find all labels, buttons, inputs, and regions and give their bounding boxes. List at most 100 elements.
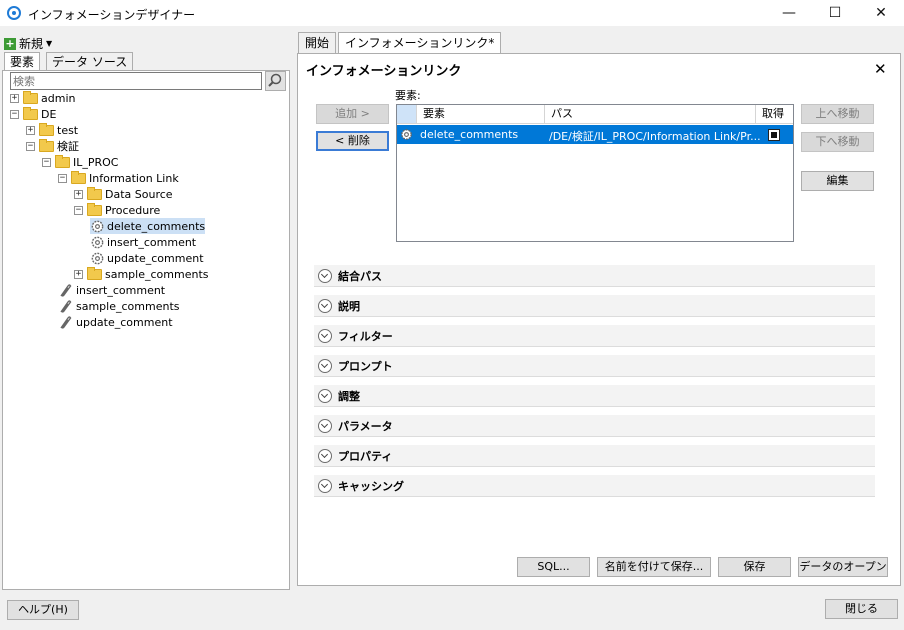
tab-elements[interactable]: 要素 <box>4 52 41 72</box>
table-row[interactable]: delete_comments /DE/検証/IL_PROC/Informati… <box>397 125 793 144</box>
expand-icon[interactable]: + <box>10 93 19 103</box>
new-label: 新規 <box>19 37 44 51</box>
chevron-down-icon[interactable] <box>318 418 332 433</box>
tree-item[interactable]: − 検証 <box>26 138 79 154</box>
section-title: プロンプト <box>338 359 393 373</box>
title-bar: インフォメーションデザイナー — ☐ ✕ <box>0 0 904 26</box>
collapse-icon[interactable]: − <box>74 205 83 215</box>
search-button[interactable] <box>265 71 286 91</box>
collapsible-section[interactable]: フィルター <box>314 325 875 347</box>
move-down-button[interactable]: 下へ移動 <box>801 132 874 152</box>
add-button[interactable]: 追加 > <box>316 104 389 124</box>
tree-item-label: sample_comments <box>105 267 209 281</box>
search-input[interactable] <box>10 72 262 90</box>
chevron-down-icon[interactable] <box>318 358 332 373</box>
folder-icon <box>87 186 102 200</box>
tree-item[interactable]: insert_comment <box>58 282 165 298</box>
tree-item-label: delete_comments <box>107 219 206 233</box>
chevron-down-icon[interactable] <box>318 298 332 313</box>
edit-button[interactable]: 編集 <box>801 171 874 191</box>
tab-data-source[interactable]: データ ソース <box>46 52 134 71</box>
move-up-button[interactable]: 上へ移動 <box>801 104 874 124</box>
folder-icon <box>87 202 102 216</box>
grid-header-fetch[interactable]: 取得 <box>756 105 793 124</box>
folder-icon <box>87 266 102 280</box>
tree-item[interactable]: + test <box>26 122 78 138</box>
save-as-button[interactable]: 名前を付けて保存... <box>597 557 711 577</box>
grid-corner <box>397 105 417 124</box>
tree-item[interactable]: update_comment <box>90 250 204 266</box>
collapse-icon[interactable]: − <box>26 141 35 151</box>
collapsible-section[interactable]: 調整 <box>314 385 875 407</box>
open-data-button[interactable]: データのオープン <box>798 557 888 577</box>
section-title: キャッシング <box>338 479 404 493</box>
tree-item-label: insert_comment <box>107 235 197 249</box>
grid-header-path[interactable]: パス <box>545 105 756 124</box>
maximize-button[interactable]: ☐ <box>812 0 858 26</box>
expand-icon[interactable]: + <box>74 189 83 199</box>
row-path: /DE/検証/IL_PROC/Information Link/Pr... <box>549 130 761 143</box>
tree-item-label: update_comment <box>107 251 204 265</box>
collapsible-section[interactable]: プロンプト <box>314 355 875 377</box>
chevron-down-icon[interactable] <box>318 268 332 283</box>
chevron-down-icon[interactable] <box>318 388 332 403</box>
collapsible-section[interactable]: 説明 <box>314 295 875 317</box>
tab-start[interactable]: 開始 <box>298 32 337 53</box>
tree-item[interactable]: + sample_comments <box>74 266 209 282</box>
tree-item-label: Procedure <box>105 203 161 217</box>
chevron-down-icon[interactable] <box>318 448 332 463</box>
tree-item-label: admin <box>41 91 76 105</box>
collapsible-section[interactable]: 結合パス <box>314 265 875 287</box>
gear-icon <box>91 252 104 264</box>
expand-icon[interactable]: + <box>74 269 83 279</box>
chevron-down-icon[interactable] <box>318 328 332 343</box>
collapse-icon[interactable]: − <box>42 157 51 167</box>
minimize-button[interactable]: — <box>766 0 812 26</box>
tree-item[interactable]: update_comment <box>58 314 173 330</box>
tree-item[interactable]: + admin <box>10 90 75 106</box>
section-title: 結合パス <box>338 269 382 283</box>
collapsible-section[interactable]: パラメータ <box>314 415 875 437</box>
row-element: delete_comments <box>420 128 519 141</box>
section-title: 調整 <box>338 389 360 403</box>
chevron-down-icon[interactable] <box>318 478 332 493</box>
tree-item[interactable]: − Information Link <box>58 170 179 186</box>
elements-grid: 要素 パス 取得 delete_comments /DE/検証/IL_PROC/… <box>396 104 794 242</box>
tree-item[interactable]: sample_comments <box>58 298 180 314</box>
app-icon <box>7 6 21 20</box>
collapsible-section[interactable]: プロパティ <box>314 445 875 467</box>
grid-header-element[interactable]: 要素 <box>417 105 545 124</box>
tree-item[interactable]: − DE <box>10 106 56 122</box>
gear-icon <box>401 129 412 140</box>
remove-button[interactable]: < 削除 <box>316 131 389 151</box>
section-title: 説明 <box>338 299 360 313</box>
save-button[interactable]: 保存 <box>718 557 791 577</box>
new-button[interactable]: + 新規 ▼ <box>4 35 52 52</box>
page-title: インフォメーションリンク <box>306 64 462 79</box>
tree-item[interactable]: − Procedure <box>74 202 160 218</box>
sql-button[interactable]: SQL... <box>517 557 590 577</box>
close-window-button[interactable]: ✕ <box>858 0 904 26</box>
fetch-checkbox[interactable] <box>768 129 780 141</box>
tree-item-label: sample_comments <box>76 299 180 313</box>
tree-item-label: IL_PROC <box>73 155 119 169</box>
tree-item-label: Data Source <box>105 187 173 201</box>
help-button[interactable]: ヘルプ(H) <box>7 600 79 620</box>
collapsible-section[interactable]: キャッシング <box>314 475 875 497</box>
close-panel-icon[interactable]: ✕ <box>874 60 887 78</box>
elements-label: 要素: <box>395 89 421 102</box>
close-button[interactable]: 閉じる <box>825 599 898 619</box>
folder-icon <box>71 170 86 184</box>
tree-item[interactable]: insert_comment <box>90 234 196 250</box>
tree-item[interactable]: − IL_PROC <box>42 154 119 170</box>
tab-information-link[interactable]: インフォメーションリンク* <box>338 32 502 54</box>
collapse-icon[interactable]: − <box>58 173 67 183</box>
collapse-icon[interactable]: − <box>10 109 19 119</box>
tree-item-label: insert_comment <box>76 283 166 297</box>
link-icon <box>60 283 72 297</box>
tree-item-label: DE <box>41 107 57 121</box>
expand-icon[interactable]: + <box>26 125 35 135</box>
folder-icon <box>23 90 38 104</box>
tree-item[interactable]: delete_comments <box>90 218 206 234</box>
tree-item[interactable]: + Data Source <box>74 186 173 202</box>
